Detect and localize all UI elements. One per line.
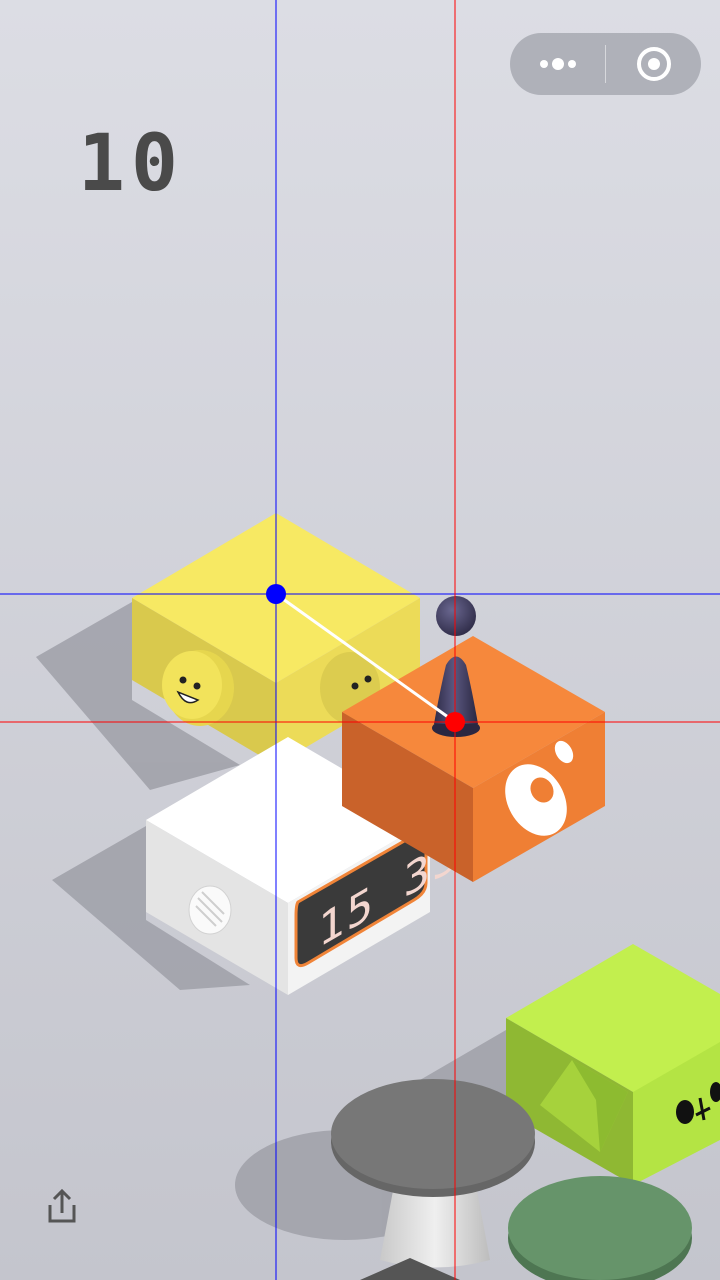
menu-capsule	[510, 33, 701, 95]
green-disc-platform	[508, 1176, 692, 1280]
close-button[interactable]	[606, 33, 701, 95]
share-icon	[48, 1188, 76, 1223]
target-circle-icon	[636, 47, 671, 81]
score-value: 10	[78, 119, 184, 208]
player-marker	[445, 712, 465, 732]
score-display: 10	[78, 119, 184, 208]
more-button[interactable]	[510, 33, 605, 95]
target-marker	[266, 584, 286, 604]
more-dots-icon	[539, 58, 576, 70]
share-button[interactable]	[40, 1185, 84, 1229]
speaker-grille	[188, 885, 232, 935]
